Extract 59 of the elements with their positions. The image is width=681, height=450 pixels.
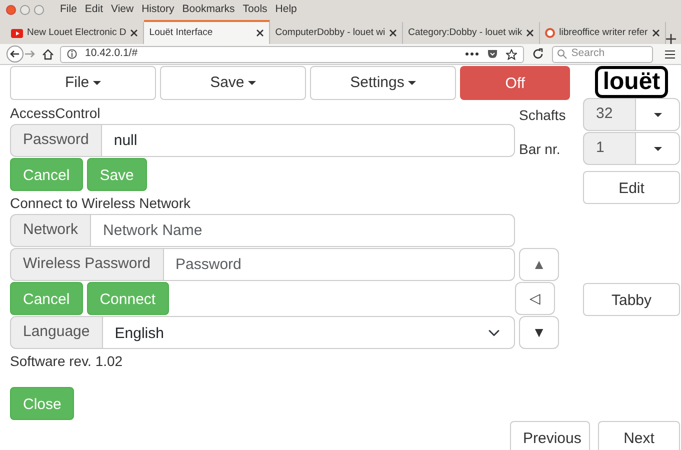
close-icon[interactable] bbox=[526, 29, 534, 37]
caret-icon bbox=[654, 112, 662, 116]
select-value: 1 bbox=[583, 132, 636, 165]
menu-item[interactable]: Edit bbox=[84, 2, 104, 18]
field-label: Wireless Password bbox=[10, 248, 164, 281]
menu-item[interactable]: History bbox=[142, 2, 174, 18]
menu-item[interactable]: View bbox=[111, 2, 134, 18]
star-icon[interactable] bbox=[506, 48, 518, 60]
search-icon bbox=[557, 49, 568, 59]
browser-tab[interactable]: Louët Interface bbox=[144, 20, 270, 44]
dropdown-button[interactable]: Settings bbox=[310, 66, 456, 100]
left-button[interactable]: ◁ bbox=[515, 282, 555, 315]
close-icon[interactable] bbox=[256, 29, 264, 37]
search-field[interactable]: Search bbox=[552, 46, 653, 62]
info-icon[interactable] bbox=[67, 49, 77, 59]
field-label: Password bbox=[10, 124, 102, 157]
menu-item[interactable]: Bookmarks bbox=[182, 2, 235, 18]
field-label: Schafts bbox=[519, 106, 566, 124]
section-heading: AccessControl bbox=[10, 104, 102, 122]
more-icon[interactable] bbox=[465, 52, 480, 56]
new-tab-icon[interactable] bbox=[666, 34, 676, 44]
video-icon bbox=[11, 28, 23, 38]
tabby-button[interactable]: Tabby bbox=[583, 283, 680, 316]
close-icon[interactable] bbox=[130, 29, 138, 37]
menu-item[interactable]: File bbox=[60, 2, 77, 18]
globe-icon bbox=[545, 28, 556, 38]
field-label: Network bbox=[10, 214, 92, 247]
language-select[interactable]: English bbox=[102, 316, 515, 349]
select-value: 32 bbox=[583, 98, 636, 131]
reload-icon[interactable] bbox=[532, 48, 544, 60]
caret-icon bbox=[93, 81, 102, 85]
caret-icon bbox=[408, 81, 416, 85]
shield-icon[interactable] bbox=[487, 49, 498, 59]
menu-item[interactable]: Tools bbox=[242, 2, 268, 18]
version-text: Software rev. 1.02 bbox=[10, 352, 124, 370]
field-label: Language bbox=[10, 316, 103, 349]
password-field[interactable]: Password bbox=[162, 248, 515, 281]
back-icon[interactable] bbox=[6, 45, 24, 63]
close-icon[interactable] bbox=[389, 29, 398, 37]
forward-icon[interactable] bbox=[24, 49, 36, 59]
dropdown-button[interactable]: Save bbox=[160, 66, 306, 100]
network-field[interactable]: Network Name bbox=[90, 214, 515, 247]
nav-button[interactable]: Previous bbox=[510, 421, 590, 450]
menu-item[interactable]: Help bbox=[275, 2, 297, 18]
dropdown-button[interactable]: File bbox=[10, 66, 156, 100]
power-toggle[interactable]: Off bbox=[460, 66, 570, 100]
down-button[interactable]: ▼ bbox=[519, 316, 559, 349]
field-label: Bar nr. bbox=[519, 140, 560, 158]
close-button[interactable] bbox=[6, 5, 16, 15]
menu-icon[interactable] bbox=[665, 50, 675, 58]
password-field[interactable]: null bbox=[100, 124, 515, 157]
nav-button[interactable]: Next bbox=[598, 421, 680, 450]
section-heading: Connect to Wireless Network bbox=[10, 194, 192, 212]
caret-icon bbox=[248, 81, 256, 85]
close-icon[interactable] bbox=[652, 29, 660, 37]
caret-icon bbox=[654, 146, 662, 150]
edit-button[interactable]: Edit bbox=[583, 171, 680, 204]
home-icon[interactable] bbox=[42, 48, 54, 60]
up-button[interactable]: ▲ bbox=[519, 248, 559, 281]
